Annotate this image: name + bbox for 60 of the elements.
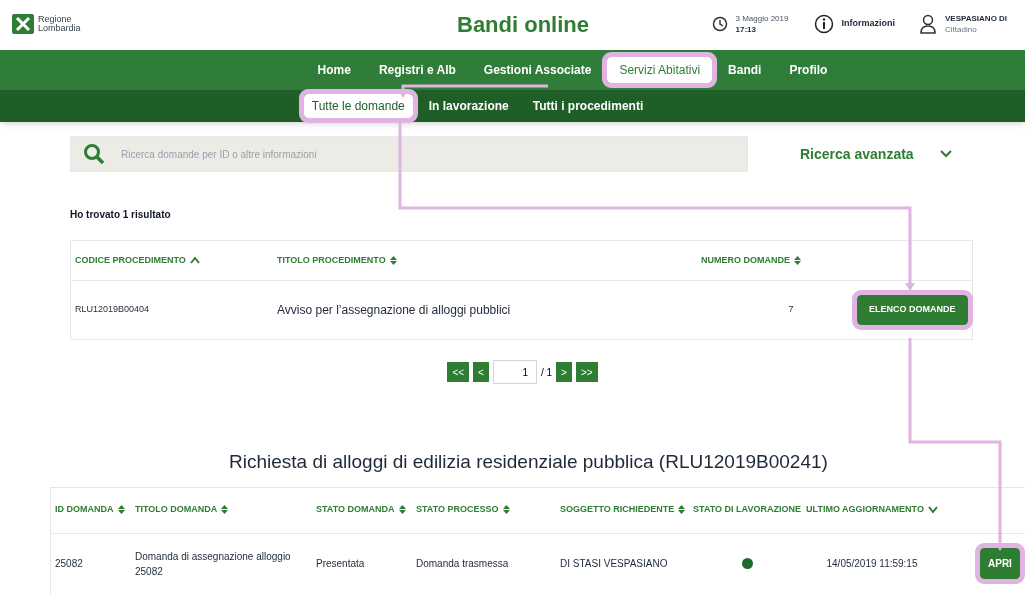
sort-icon[interactable]: [221, 505, 229, 515]
column-header[interactable]: ULTIMO AGGIORNAMENTO: [802, 503, 942, 517]
sort-icon[interactable]: [398, 505, 406, 515]
table-cell-text: DI STASI VESPASIANO: [560, 557, 669, 571]
logo-icon: [12, 14, 34, 34]
sort-icon[interactable]: [502, 505, 510, 515]
nav-tab[interactable]: Registri e Alb: [366, 57, 468, 83]
sort-down-icon[interactable]: [927, 505, 938, 514]
info-link[interactable]: Informazioni: [841, 17, 895, 31]
date-text: 3 Maggio 2019: [735, 13, 790, 24]
column-header[interactable]: STATO DOMANDA: [316, 503, 416, 517]
table-cell-text: 14/05/2019 11:59:15: [825, 557, 919, 571]
time-text: 17:13: [735, 24, 757, 35]
clock-icon: [711, 16, 728, 32]
logo-text: Lombardia: [38, 24, 81, 33]
page-button[interactable]: <<: [447, 362, 470, 382]
subnav-tab[interactable]: In lavorazione: [420, 94, 517, 118]
page-total: / 1: [540, 365, 553, 380]
column-header[interactable]: STATO PROCESSO: [416, 503, 560, 517]
advanced-search-button[interactable]: Ricerca avanzata: [800, 143, 914, 165]
site-title: Bandi online: [457, 10, 589, 39]
section-title: Richiesta di alloggi di edilizia residenziale pubblica (RLU12019B00241): [229, 450, 829, 474]
page-button[interactable]: <: [473, 362, 489, 382]
nav-tab[interactable]: Profilo: [777, 57, 840, 83]
column-header[interactable]: TITOLO DOMANDA: [131, 503, 316, 517]
page-button[interactable]: >: [556, 362, 572, 382]
result-count: Ho trovato 1 risultato: [70, 208, 172, 222]
search-icon: [83, 143, 105, 165]
info-icon[interactable]: [813, 14, 834, 34]
table-cell-text: Domanda trasmessa: [416, 557, 510, 571]
page-field[interactable]: 1: [492, 360, 537, 384]
column-header[interactable]: STATO DI LAVORAZIONE: [692, 503, 802, 517]
search-input[interactable]: Ricerca domande per ID o altre informazioni: [121, 146, 735, 162]
subnav-tab[interactable]: Tutti i procedimenti: [524, 94, 652, 118]
nav-tab[interactable]: Bandi: [716, 57, 774, 83]
sort-up-icon[interactable]: [189, 256, 200, 265]
column-header[interactable]: SOGGETTO RICHIEDENTE: [560, 503, 692, 517]
column-header[interactable]: CODICE PROCEDIMENTO: [71, 253, 277, 268]
table-cell-text: RLU12019B00404: [74, 303, 151, 317]
sort-icon[interactable]: [794, 255, 801, 265]
user-role: Cittadino: [945, 24, 978, 35]
user-icon[interactable]: [919, 14, 937, 34]
nav-tab[interactable]: Home: [305, 57, 363, 83]
sort-icon[interactable]: [389, 255, 397, 265]
table-cell-text: Avviso per l’assegnazione di alloggi pubblici: [277, 302, 512, 319]
sort-icon[interactable]: [117, 505, 125, 515]
sort-icon[interactable]: [678, 505, 686, 515]
table-cell-text: 7: [787, 303, 795, 317]
column-header[interactable]: NUMERO DOMANDE: [701, 253, 851, 268]
search-field[interactable]: Ricerca domande per ID o altre informazioni: [70, 136, 748, 172]
user-name: VESPASIANO DI: [945, 13, 1009, 24]
table-cell-text: Presentata: [316, 557, 366, 571]
table-cell-text: 25082: [54, 557, 84, 571]
chevron-down-icon[interactable]: [939, 150, 952, 158]
table-cell-text: Domanda di assegnazione alloggio 25082: [134, 549, 292, 579]
column-header[interactable]: ID DOMANDA: [51, 503, 131, 517]
nav-tab[interactable]: Gestioni Associate: [471, 57, 604, 83]
column-header[interactable]: TITOLO PROCEDIMENTO: [277, 253, 701, 268]
page-button[interactable]: >>: [575, 362, 598, 382]
logo-text: Regione: [38, 15, 73, 24]
